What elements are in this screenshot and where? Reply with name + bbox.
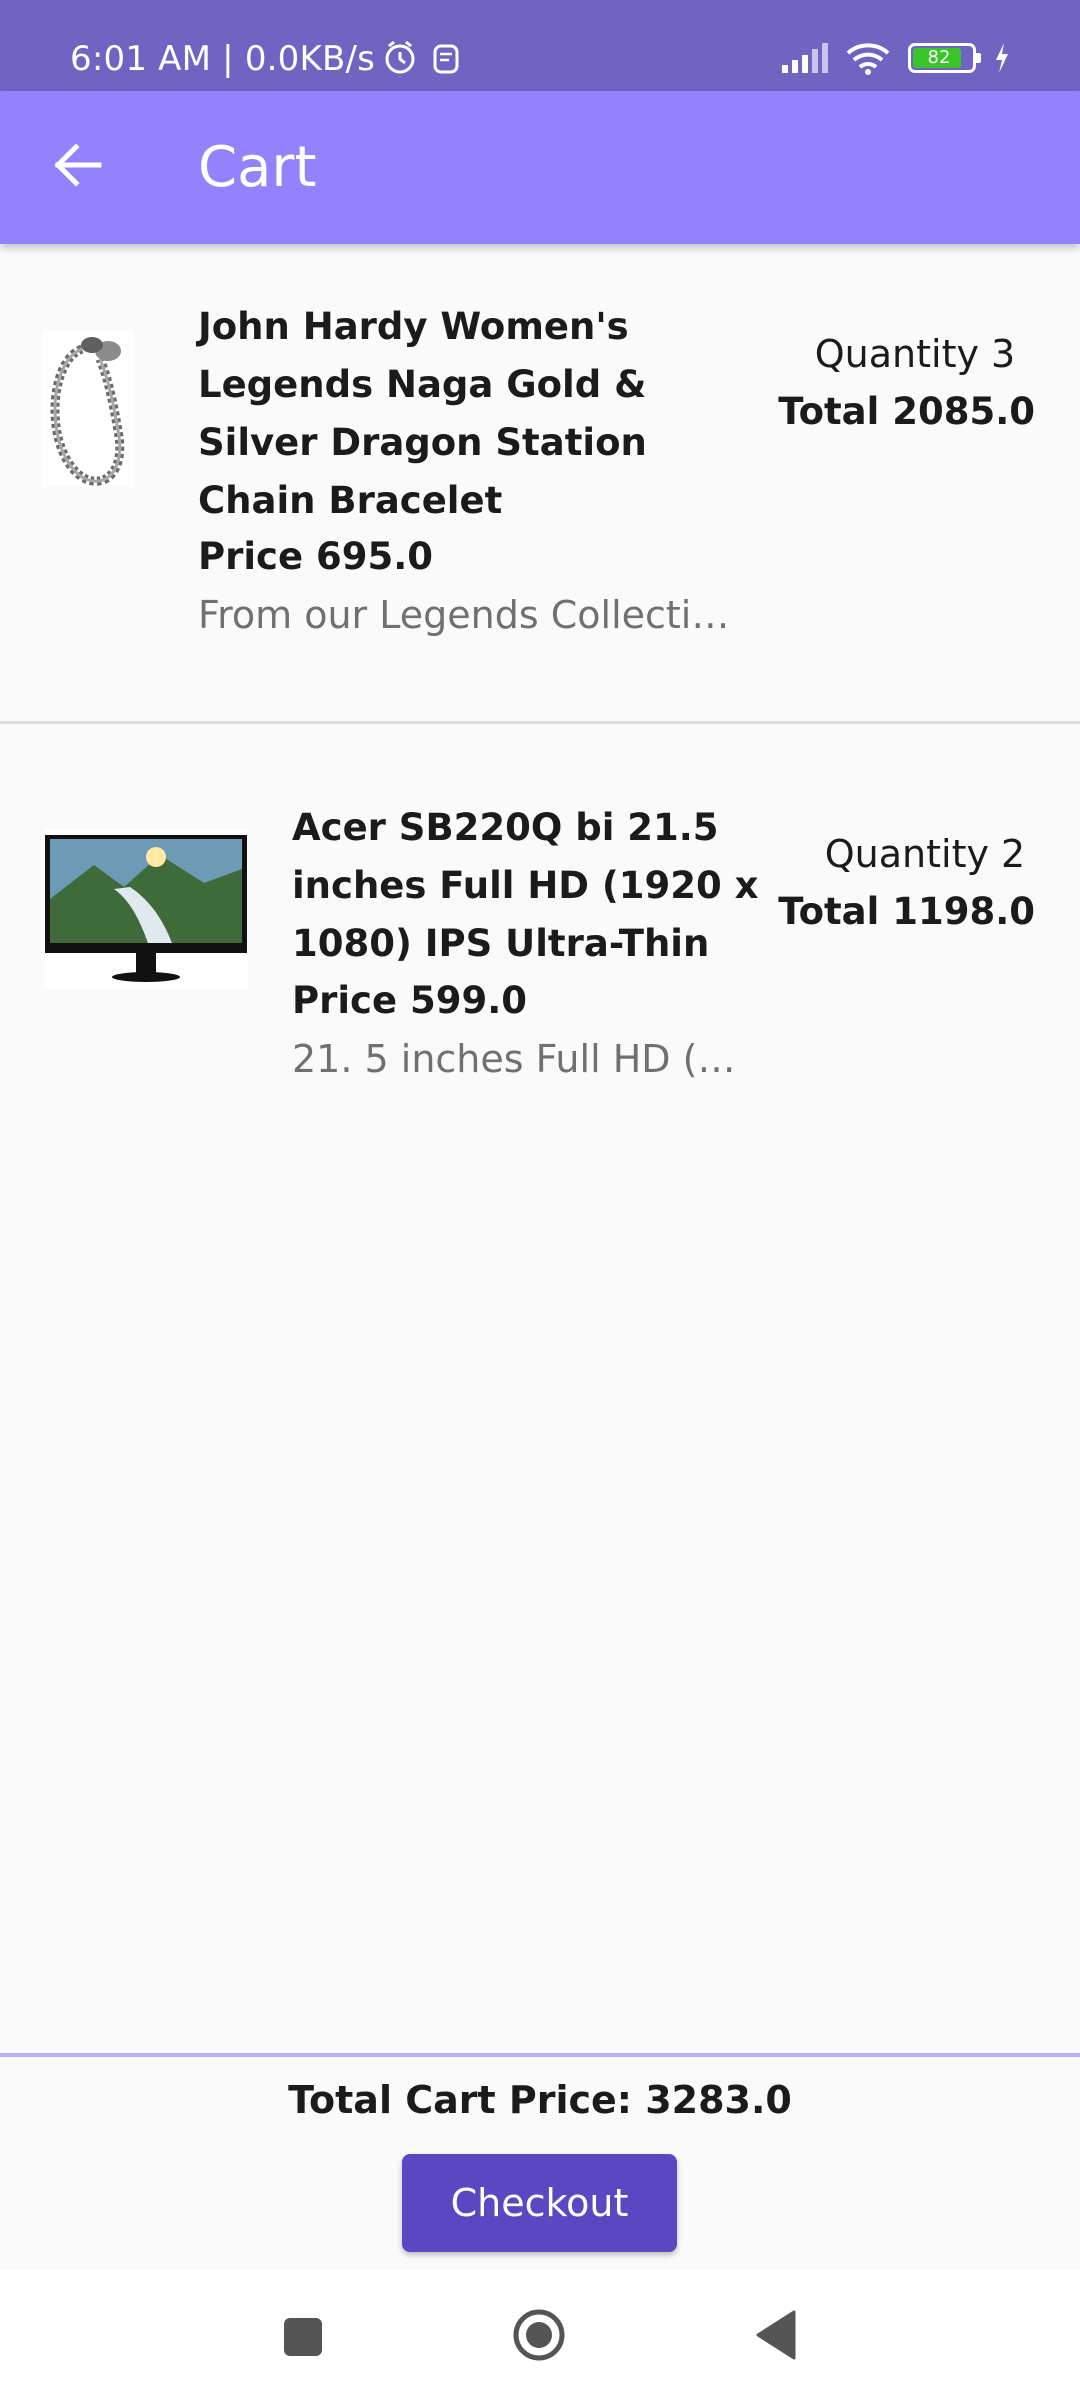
battery-level: 82 — [927, 47, 951, 68]
footer-divider — [0, 2053, 1080, 2057]
status-time-speed: 6:01 AM | 0.0KB/s — [70, 39, 376, 79]
bracelet-image — [42, 331, 134, 487]
item-divider — [0, 721, 1080, 724]
product-price: Price 695.0 — [198, 535, 433, 578]
product-quantity: Quantity 3 — [814, 332, 1016, 376]
home-circle-icon[interactable] — [512, 2308, 566, 2362]
signal-icon — [782, 43, 828, 73]
back-triangle-icon[interactable] — [756, 2310, 796, 2360]
status-bar: 6:01 AM | 0.0KB/s 82 — [0, 0, 1080, 91]
app-bar: Cart — [0, 91, 1080, 244]
product-total: Total 2085.0 — [778, 390, 1035, 433]
recents-square-icon[interactable] — [284, 2318, 322, 2356]
back-arrow-icon[interactable] — [52, 140, 102, 190]
battery-icon: 82 — [908, 43, 981, 73]
cart-total-price: Total Cart Price: 3283.0 — [288, 2078, 792, 2122]
product-total: Total 1198.0 — [778, 890, 1035, 933]
product-description: From our Legends Collection... — [198, 593, 746, 637]
product-name: John Hardy Women's Legends Naga Gold & S… — [198, 305, 647, 522]
product-name: Acer SB220Q bi 21.5 inches Full HD (1920… — [292, 806, 759, 965]
alarm-icon — [385, 40, 415, 74]
monitor-image — [44, 829, 248, 989]
checkout-button[interactable]: Checkout — [402, 2154, 677, 2252]
status-left-icons — [385, 40, 465, 80]
page-title: Cart — [198, 135, 317, 200]
product-price: Price 599.0 — [292, 979, 527, 1022]
status-right-icons: 82 — [780, 40, 1010, 76]
wifi-icon — [846, 43, 890, 75]
app-notification-icon — [433, 44, 459, 74]
system-nav-bar — [0, 2270, 1080, 2400]
charging-icon — [996, 43, 1008, 73]
product-quantity: Quantity 2 — [824, 832, 1026, 876]
product-description: 21. 5 inches Full HD (1920 x 1080)... — [292, 1037, 754, 1081]
